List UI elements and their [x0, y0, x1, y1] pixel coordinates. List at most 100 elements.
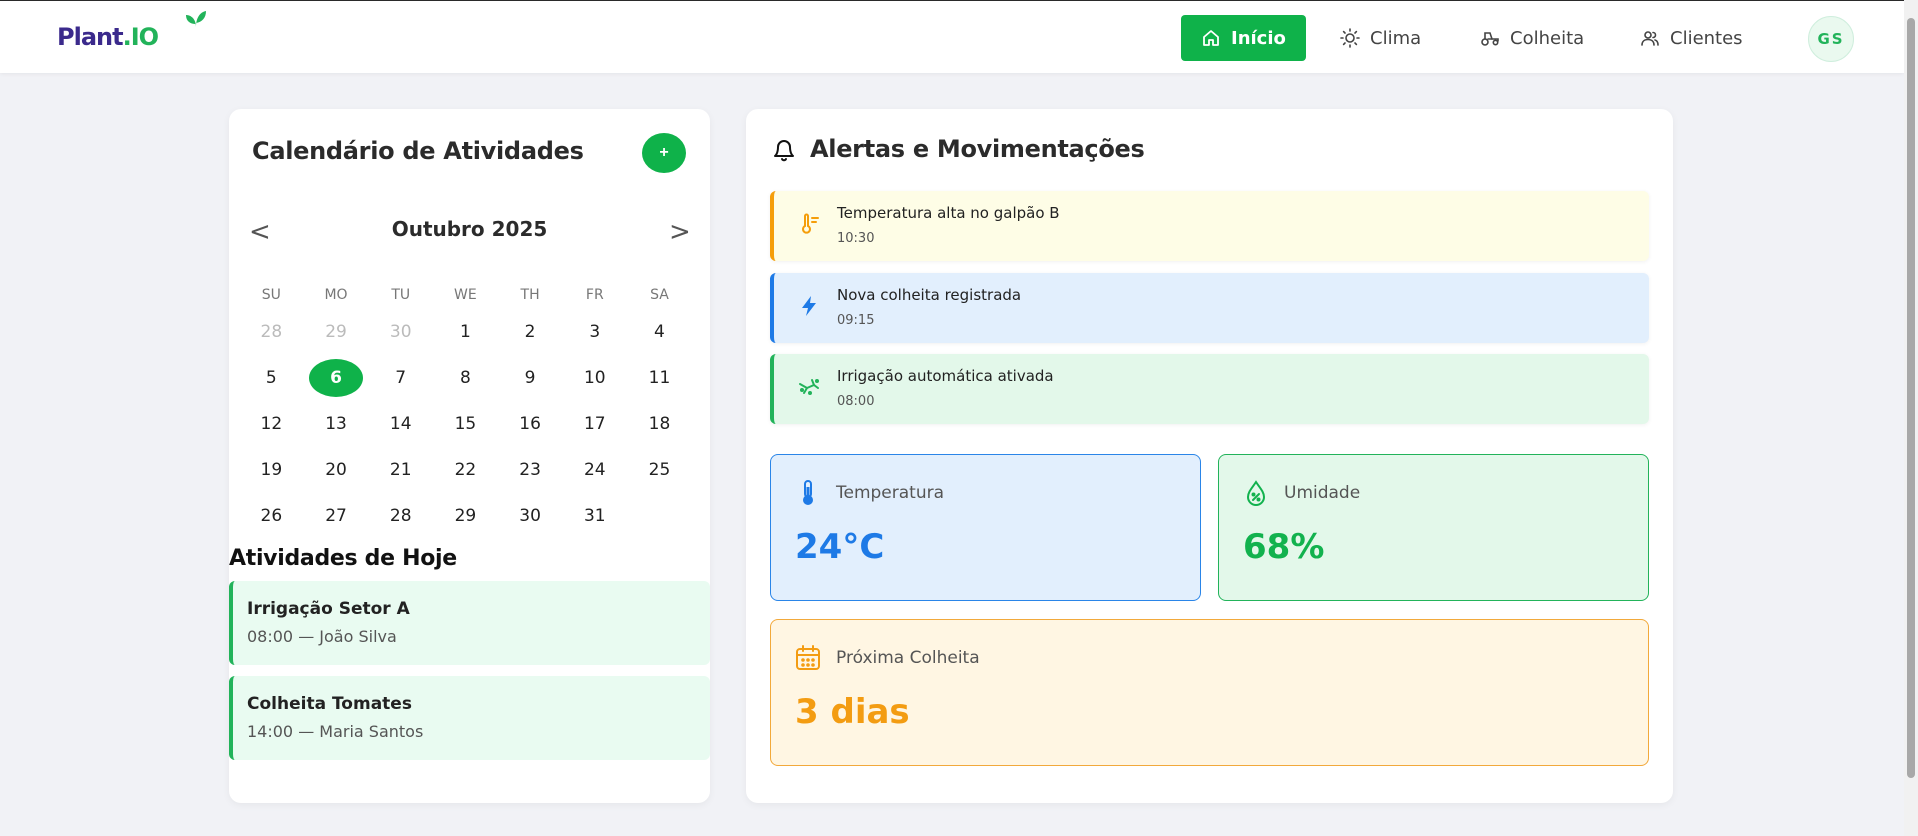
calendar-day-number: 23 [519, 460, 541, 480]
weekday-label: SU [261, 287, 281, 303]
calendar-day[interactable]: 18 [627, 401, 692, 447]
humidity-value: 68% [1243, 527, 1325, 567]
calendar-day[interactable]: 31 [562, 493, 627, 539]
calendar-day-number: 1 [459, 322, 471, 342]
nav-item-clientes[interactable]: Clientes [1620, 15, 1763, 61]
calendar-day[interactable]: 14 [368, 401, 433, 447]
calendar-day[interactable]: 15 [433, 401, 498, 447]
alerts-card: Alertas e Movimentações Temperatura alta… [746, 109, 1673, 803]
calendar-day [627, 493, 692, 539]
calendar-day-number: 28 [389, 506, 412, 526]
nav-item-label: Clima [1370, 27, 1422, 49]
nav-item-inicio[interactable]: Início [1181, 15, 1306, 61]
calendar-day[interactable]: 13 [304, 401, 369, 447]
avatar-initials: GS [1817, 30, 1845, 48]
calendar-day-number: 5 [265, 368, 277, 388]
calendar-day[interactable]: 30 [368, 309, 433, 355]
alert-item[interactable]: Irrigação automática ativada 08:00 [770, 354, 1649, 424]
alert-item[interactable]: Nova colheita registrada 09:15 [770, 273, 1649, 343]
calendar-day-number: 22 [454, 460, 477, 480]
calendar-day[interactable]: 1 [433, 309, 498, 355]
calendar-day[interactable]: 10 [562, 355, 627, 401]
alert-title: Nova colheita registrada [837, 286, 1022, 304]
calendar-day-number: 29 [454, 506, 477, 526]
users-icon [1640, 28, 1660, 48]
calendar-day[interactable]: 5 [239, 355, 304, 401]
brand-logo[interactable]: Plant. IO [57, 11, 206, 51]
calendar-day[interactable]: 29 [433, 493, 498, 539]
scrollbar-thumb[interactable] [1907, 18, 1915, 778]
calendar-day[interactable]: 2 [498, 309, 563, 355]
calendar-day-number: 29 [325, 322, 347, 342]
humidity-card[interactable]: Umidade 68% [1218, 454, 1649, 601]
activity-title: Colheita Tomates [247, 694, 412, 714]
calendar-day[interactable]: 28 [368, 493, 433, 539]
calendar-grid: SU MO TU WE TH FR SA 28 29 30 1 2 3 4 5 6 7 8 9 10 11 12 13 14 1… [239, 281, 692, 539]
alert-title: Irrigação automática ativada [837, 367, 1054, 385]
next-harvest-card[interactable]: Próxima Colheita 3 dias [770, 619, 1649, 766]
weekday-label: MO [324, 287, 348, 303]
thermometer-icon [802, 213, 819, 234]
calendar-day[interactable]: 24 [562, 447, 627, 493]
alert-item[interactable]: Temperatura alta no galpão B 10:30 [770, 191, 1649, 261]
calendar-day-number: 21 [389, 460, 412, 480]
weekday-label: TU [391, 287, 411, 303]
calendar-week-row: 5 6 7 8 9 10 11 [239, 355, 692, 401]
next-harvest-value: 3 dias [795, 692, 910, 732]
calendar-day-today[interactable]: 6 [304, 355, 369, 401]
nav-item-clima[interactable]: Clima [1320, 15, 1441, 61]
calendar-day-number: 13 [325, 414, 347, 434]
calendar-day[interactable]: 19 [239, 447, 304, 493]
calendar-day[interactable]: 3 [562, 309, 627, 355]
calendar-day-number: 14 [389, 414, 412, 434]
calendar-day-number: 31 [583, 506, 606, 526]
activity-item[interactable]: Irrigação Setor A 08:00 — João Silva [229, 581, 710, 665]
temperature-value: 24°C [795, 527, 885, 567]
nav-item-colheita[interactable]: Colheita [1460, 15, 1604, 61]
calendar-day[interactable]: 9 [498, 355, 563, 401]
calendar-day[interactable]: 25 [627, 447, 692, 493]
top-navbar: Plant. IO GS Início Clima Colheita Clientes [0, 0, 1904, 73]
calendar-day-number: 28 [260, 322, 283, 342]
tractor-icon [1480, 28, 1500, 48]
calendar-day[interactable]: 8 [433, 355, 498, 401]
calendar-day[interactable]: 20 [304, 447, 369, 493]
calendar-day[interactable]: 30 [498, 493, 563, 539]
nav-item-label: Clientes [1670, 27, 1743, 49]
calendar-day[interactable]: 21 [368, 447, 433, 493]
calendar-day[interactable]: 11 [627, 355, 692, 401]
calendar-day[interactable]: 27 [304, 493, 369, 539]
calendar-day-number: 17 [583, 414, 606, 434]
page-scrollbar[interactable] [1904, 0, 1918, 836]
calendar-day[interactable]: 28 [239, 309, 304, 355]
nav-item-label: Início [1231, 27, 1286, 49]
calendar-day[interactable]: 23 [498, 447, 563, 493]
leaf-icon [186, 11, 206, 27]
calendar-day-number: 15 [454, 414, 477, 434]
calendar-day[interactable]: 12 [239, 401, 304, 447]
calendar-day[interactable]: 7 [368, 355, 433, 401]
next-month-button[interactable]: > [669, 217, 691, 247]
sprinkler-icon [799, 379, 819, 395]
temperature-card[interactable]: Temperatura 24°C [770, 454, 1201, 601]
calendar-day-number: 9 [524, 368, 536, 388]
calendar-month-label: Outubro 2025 [391, 217, 548, 241]
calendar-day[interactable]: 16 [498, 401, 563, 447]
calendar-day-number: 3 [589, 322, 601, 342]
calendar-day[interactable]: 22 [433, 447, 498, 493]
calendar-day[interactable]: 17 [562, 401, 627, 447]
weekday-label: SA [650, 287, 669, 303]
calendar-day[interactable]: 29 [304, 309, 369, 355]
activity-item[interactable]: Colheita Tomates 14:00 — Maria Santos [229, 676, 710, 760]
calendar-week-row: 12 13 14 15 16 17 18 [239, 401, 692, 447]
calendar-day-number: 24 [583, 460, 606, 480]
user-avatar[interactable]: GS [1808, 16, 1854, 62]
brand-name-part2: IO [130, 23, 159, 51]
temperature-label: Temperatura [836, 483, 945, 503]
add-activity-button[interactable]: + [642, 133, 686, 173]
calendar-day[interactable]: 26 [239, 493, 304, 539]
home-icon [1201, 28, 1221, 48]
today-activities-title: Atividades de Hoje [229, 546, 457, 571]
calendar-day[interactable]: 4 [627, 309, 692, 355]
alert-title: Temperatura alta no galpão B [837, 204, 1060, 222]
